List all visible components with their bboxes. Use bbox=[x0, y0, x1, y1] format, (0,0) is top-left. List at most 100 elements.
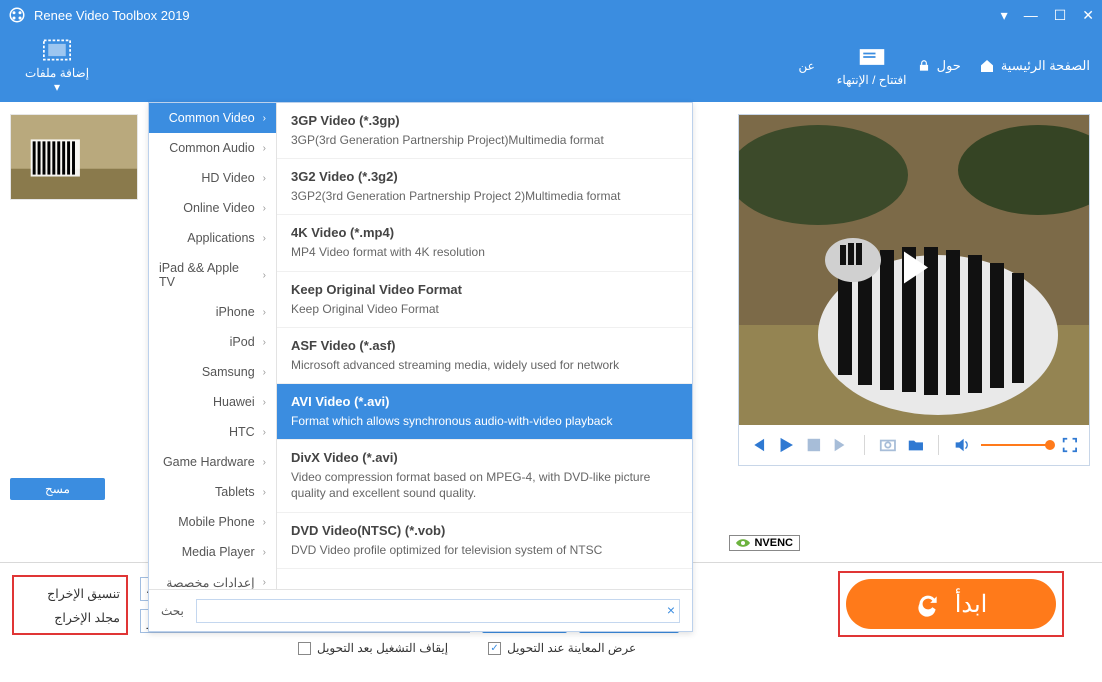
prev-button[interactable] bbox=[749, 436, 767, 454]
format-dropdown-panel: Common Video›Common Audio›HD Video›Onlin… bbox=[148, 102, 693, 632]
format-category[interactable]: Huawei › bbox=[149, 387, 276, 417]
stop-after-label: إيقاف التشغيل بعد التحويل bbox=[317, 641, 448, 655]
category-label: Samsung bbox=[202, 365, 255, 379]
play-button[interactable] bbox=[777, 436, 795, 454]
format-category[interactable]: HD Video› bbox=[149, 163, 276, 193]
chevron-right-icon: › bbox=[263, 143, 266, 154]
film-strip-icon bbox=[43, 38, 71, 62]
format-item-desc: 3GP2(3rd Generation Partnership Project … bbox=[291, 188, 678, 204]
home-label: الصفحة الرئيسية bbox=[1001, 58, 1090, 74]
stop-button[interactable] bbox=[805, 436, 823, 454]
format-item[interactable]: ASF Video (*.asf)Microsoft advanced stre… bbox=[277, 328, 692, 384]
format-item-desc: Format which allows synchronous audio-wi… bbox=[291, 413, 678, 429]
format-category[interactable]: iPhone› bbox=[149, 297, 276, 327]
format-category[interactable]: Tablets › bbox=[149, 477, 276, 507]
format-category[interactable]: HTC› bbox=[149, 417, 276, 447]
format-category[interactable]: iPad && Apple TV› bbox=[149, 253, 276, 297]
minimize-button[interactable]: — bbox=[1024, 7, 1038, 23]
nvenc-badge: NVENC bbox=[729, 535, 800, 551]
output-format-label: تنسيق الإخراج bbox=[20, 586, 120, 601]
category-label: Tablets bbox=[215, 485, 255, 499]
app-logo-icon bbox=[8, 6, 26, 24]
category-label: Huawei bbox=[213, 395, 255, 409]
next-button[interactable] bbox=[832, 436, 850, 454]
format-item[interactable]: AVI Video (*.avi) Format which allows syn… bbox=[277, 384, 692, 440]
format-item-desc: Video compression format based on MPEG-4… bbox=[291, 469, 678, 501]
fullscreen-button[interactable] bbox=[1061, 436, 1079, 454]
about-link[interactable]: حول bbox=[917, 58, 961, 74]
format-item-desc: 3GP(3rd Generation Partnership Project)M… bbox=[291, 132, 678, 148]
category-label: Game Hardware bbox=[163, 455, 255, 469]
stop-after-checkbox[interactable] bbox=[298, 642, 311, 655]
format-item[interactable]: Keep Original Video FormatKeep Original … bbox=[277, 272, 692, 328]
play-overlay-icon[interactable] bbox=[892, 246, 936, 295]
video-preview-screen[interactable] bbox=[739, 115, 1089, 425]
snapshot-button[interactable] bbox=[879, 436, 897, 454]
home-link[interactable]: الصفحة الرئيسية bbox=[979, 58, 1090, 74]
category-label: Media Player bbox=[182, 545, 255, 559]
effects-alt-button[interactable]: عن bbox=[787, 38, 827, 94]
volume-icon[interactable] bbox=[953, 436, 971, 454]
add-files-button[interactable]: إضافة ملفات ▾ bbox=[12, 38, 102, 94]
effects-button[interactable]: افتتاح / الإنتهاء bbox=[827, 38, 917, 94]
chevron-right-icon: › bbox=[263, 113, 266, 124]
format-category[interactable]: إعدادات مخصصة › bbox=[149, 567, 276, 589]
category-label: Online Video bbox=[183, 201, 254, 215]
chevron-right-icon: › bbox=[263, 173, 266, 184]
category-label: Applications bbox=[187, 231, 254, 245]
format-item[interactable]: 4K Video (*.mp4) MP4 Video format with 4K… bbox=[277, 215, 692, 271]
category-label: إعدادات مخصصة bbox=[166, 575, 254, 589]
format-category[interactable]: Common Video › bbox=[149, 103, 276, 133]
nvenc-label: NVENC bbox=[754, 537, 793, 549]
preview-checkbox[interactable]: ✓ bbox=[488, 642, 501, 655]
volume-slider[interactable] bbox=[981, 444, 1051, 446]
format-category[interactable]: Mobile Phone› bbox=[149, 507, 276, 537]
start-button[interactable]: ابدأ bbox=[846, 579, 1056, 629]
refresh-icon bbox=[915, 591, 941, 617]
output-folder-label: مجلد الإخراج bbox=[20, 610, 120, 625]
category-label: Common Audio bbox=[169, 141, 254, 155]
format-category[interactable]: Samsung › bbox=[149, 357, 276, 387]
close-button[interactable]: ✕ bbox=[1082, 7, 1094, 24]
format-category-list: Common Video›Common Audio›HD Video›Onlin… bbox=[149, 103, 277, 589]
format-item-title: 3GP Video (*.3gp) bbox=[291, 113, 678, 128]
format-category[interactable]: Media Player › bbox=[149, 537, 276, 567]
format-item-title: ASF Video (*.asf) bbox=[291, 338, 678, 353]
format-category[interactable]: Game Hardware› bbox=[149, 447, 276, 477]
video-preview-panel bbox=[738, 114, 1090, 466]
format-item-title: AVI Video (*.avi) bbox=[291, 394, 678, 409]
format-item-desc: MP4 Video format with 4K resolution bbox=[291, 244, 678, 260]
format-category[interactable]: Common Audio › bbox=[149, 133, 276, 163]
format-item[interactable]: 3GP Video (*.3gp) 3GP(3rd Generation Part… bbox=[277, 103, 692, 159]
card-icon bbox=[858, 45, 886, 69]
format-category[interactable]: Applications› bbox=[149, 223, 276, 253]
home-icon bbox=[979, 58, 995, 74]
format-item[interactable]: DVD Video(NTSC) (*.vob)DVD Video profile… bbox=[277, 513, 692, 569]
chevron-right-icon: › bbox=[263, 577, 266, 588]
format-category[interactable]: iPod › bbox=[149, 327, 276, 357]
category-label: Common Video bbox=[169, 111, 255, 125]
search-input[interactable]: × bbox=[196, 599, 680, 623]
folder-button[interactable] bbox=[907, 436, 925, 454]
chevron-right-icon: › bbox=[263, 397, 266, 408]
chevron-right-icon: › bbox=[263, 337, 266, 348]
clear-button[interactable]: مسح bbox=[10, 478, 105, 500]
chevron-right-icon: › bbox=[263, 547, 266, 558]
category-label: iPad && Apple TV bbox=[159, 261, 255, 289]
format-item[interactable]: 3G2 Video (*.3g2)3GP2(3rd Generation Par… bbox=[277, 159, 692, 215]
clear-search-icon[interactable]: × bbox=[667, 602, 675, 618]
settings-dropdown-icon[interactable]: ▾ bbox=[1001, 7, 1008, 24]
format-item-desc: Keep Original Video Format bbox=[291, 301, 678, 317]
format-item-title: 4K Video (*.mp4) bbox=[291, 225, 678, 240]
category-label: Mobile Phone bbox=[178, 515, 254, 529]
file-thumbnail[interactable] bbox=[10, 114, 138, 200]
add-files-label: إضافة ملفات bbox=[25, 66, 89, 80]
format-item-list: 3GP Video (*.3gp) 3GP(3rd Generation Part… bbox=[277, 103, 692, 589]
format-category[interactable]: Online Video› bbox=[149, 193, 276, 223]
maximize-button[interactable]: ☐ bbox=[1054, 7, 1067, 24]
category-label: iPod bbox=[230, 335, 255, 349]
format-item[interactable]: DivX Video (*.avi)Video compression form… bbox=[277, 440, 692, 512]
chevron-right-icon: › bbox=[263, 367, 266, 378]
chevron-right-icon: › bbox=[263, 487, 266, 498]
chevron-right-icon: › bbox=[263, 427, 266, 438]
